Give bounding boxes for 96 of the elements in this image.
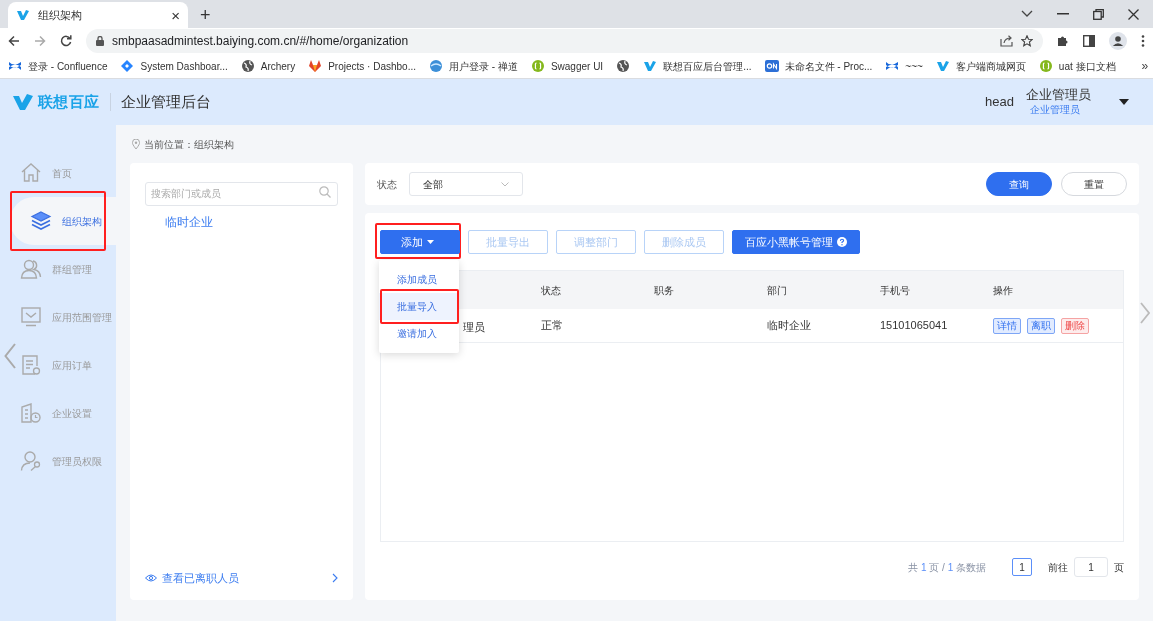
reset-button[interactable]: 重置 (1061, 172, 1127, 196)
user-role: 企业管理员 (1029, 103, 1081, 117)
layers-icon (30, 210, 52, 232)
bookmark[interactable]: uat 接口文档 (1038, 56, 1116, 76)
user-name: 企业管理员 (1026, 87, 1091, 103)
bookmark[interactable]: 未命名文件 - Proc... (764, 56, 873, 76)
globe-icon (240, 59, 255, 73)
bookmark[interactable]: System Dashboar... (120, 56, 228, 76)
close-icon[interactable] (1128, 8, 1139, 20)
more-icon[interactable] (1141, 35, 1145, 47)
swagger-icon (530, 59, 545, 73)
monitor-icon (20, 306, 42, 328)
search-field[interactable]: 搜索部门或成员 (145, 181, 338, 206)
bookmark[interactable]: Swagger UI (530, 56, 604, 76)
column-header: 状态 (541, 283, 561, 298)
location-pin-icon (132, 139, 140, 149)
new-tab-button[interactable]: + (200, 6, 211, 24)
reload-icon[interactable] (60, 35, 72, 47)
breadcrumb: 当前位置：组织架构 (144, 137, 234, 152)
menu-item[interactable]: 批量导入 (379, 293, 459, 320)
chevron-down-icon[interactable] (1021, 10, 1033, 18)
bookmark[interactable]: 联想百应后台管理... (643, 56, 752, 76)
minimize-icon[interactable] (1057, 13, 1069, 15)
document-icon (20, 354, 42, 376)
users-icon (20, 258, 42, 280)
add-button[interactable]: 添加 (380, 230, 460, 254)
action-button[interactable]: 离职 (1027, 317, 1055, 334)
share-icon[interactable] (1000, 35, 1013, 47)
goto-label: 前往 (1048, 560, 1068, 575)
table-cell-text: 临时企业 (767, 318, 811, 334)
home-icon (20, 162, 42, 184)
bookmark[interactable]: ~~~ (885, 56, 923, 76)
column-header: 操作 (993, 283, 1013, 298)
confluence-icon (885, 59, 900, 73)
query-button[interactable]: 查询 (986, 172, 1052, 196)
bookmark[interactable]: Archery (240, 56, 296, 76)
action-button[interactable]: 删除 (1061, 317, 1089, 334)
chevron-right-icon[interactable] (332, 572, 338, 583)
bookmark[interactable]: 用户登录 - 禅道 (429, 56, 518, 76)
bookmark[interactable]: Projects · Dashbo... (308, 56, 416, 76)
browser-tab[interactable]: 组织架构 × (8, 2, 188, 28)
table-cell-text: 正常 (541, 318, 563, 334)
chevron-down-icon (501, 181, 509, 187)
orb-icon (429, 59, 443, 73)
bookmark[interactable]: 登录 - Confluence (8, 56, 108, 76)
close-icon[interactable]: × (171, 7, 180, 23)
menu-item[interactable]: 邀请加入 (379, 320, 459, 347)
logo: 联想百应 (12, 90, 100, 114)
swagger-icon (1038, 59, 1053, 73)
lock-icon (96, 36, 104, 46)
caret-down-icon (427, 240, 434, 244)
restore-icon[interactable] (1093, 8, 1104, 20)
tree-node[interactable]: 临时企业 (165, 213, 213, 231)
toolbar-button[interactable]: 百应小黑帐号管理 (732, 230, 860, 254)
building-icon (20, 402, 42, 424)
broken-image-alt: head (985, 93, 1014, 112)
more-bookmarks-button[interactable]: » (1141, 57, 1149, 75)
app-badge-icon (764, 59, 779, 73)
v-logo-icon (643, 59, 658, 73)
view-resigned-link[interactable]: 查看已离职人员 (145, 569, 239, 586)
v-logo-icon (12, 93, 34, 111)
page-input[interactable]: 1 (1074, 557, 1108, 577)
sidebar-item[interactable]: 组织架构 (10, 197, 116, 245)
table-cell-text: 15101065041 (880, 318, 948, 334)
status-select[interactable]: 全部 (409, 172, 523, 196)
table-cell: 理员 (463, 320, 485, 333)
column-header: 职务 (654, 283, 674, 298)
url-text: smbpaasadmintest.baiying.com.cn/#/home/organization (112, 33, 410, 50)
help-icon (837, 237, 847, 247)
menu-item[interactable]: 添加成员 (379, 266, 459, 293)
globe-icon[interactable] (616, 59, 631, 73)
bookmark[interactable]: 客户端商城网页 (935, 56, 1026, 76)
app-title: 企业管理后台 (120, 91, 211, 112)
v-logo-icon (935, 59, 950, 73)
eye-icon (145, 573, 157, 582)
column-header: 手机号 (880, 283, 910, 298)
back-icon[interactable] (8, 35, 20, 47)
tab-title: 组织架构 (38, 7, 83, 23)
user-key-icon (20, 450, 42, 472)
fox-icon (308, 59, 323, 73)
action-button[interactable]: 详情 (993, 317, 1021, 334)
diamond-icon (120, 59, 135, 73)
confluence-icon (8, 59, 22, 73)
address-bar[interactable]: smbpaasadmintest.baiying.com.cn/#/home/organization (86, 29, 1043, 53)
page-unit: 页 (1114, 560, 1124, 575)
column-header: 部门 (767, 283, 787, 298)
v-logo-icon (16, 9, 30, 21)
page-button[interactable]: 1 (1012, 558, 1032, 576)
profile-icon[interactable] (1109, 32, 1127, 50)
star-icon[interactable] (1021, 35, 1033, 47)
search-icon (319, 186, 331, 198)
caret-down-icon[interactable] (1119, 99, 1129, 105)
pagination-summary: 共 1 页 / 1 条数据 (908, 560, 986, 575)
side-panel-icon[interactable] (1083, 35, 1095, 47)
filter-label: 状态 (377, 177, 397, 192)
puzzle-icon[interactable] (1057, 35, 1069, 47)
